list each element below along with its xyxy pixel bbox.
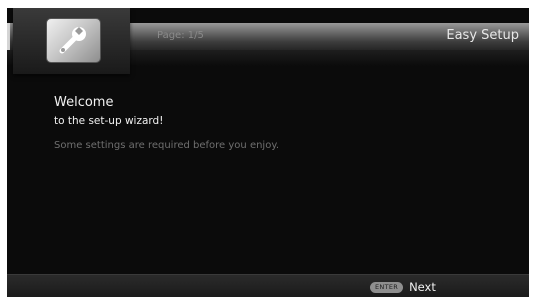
page-indicator: Page: 1/5 — [157, 30, 204, 41]
setup-icon-panel — [13, 8, 130, 74]
header-edge — [7, 23, 10, 50]
next-label: Next — [409, 280, 436, 294]
next-button[interactable]: ENTER Next — [370, 279, 436, 295]
welcome-subtitle: to the set-up wizard! — [54, 115, 164, 127]
tv-screen: Page: 1/5 Easy Setup Welcome to the set-… — [7, 8, 529, 297]
welcome-title: Welcome — [54, 95, 114, 110]
welcome-info: Some settings are required before you en… — [54, 140, 279, 151]
wrench-icon — [59, 27, 86, 54]
footer-bar: ENTER Next — [7, 274, 529, 297]
screen-title: Easy Setup — [446, 28, 519, 43]
enter-key-icon: ENTER — [370, 281, 404, 293]
